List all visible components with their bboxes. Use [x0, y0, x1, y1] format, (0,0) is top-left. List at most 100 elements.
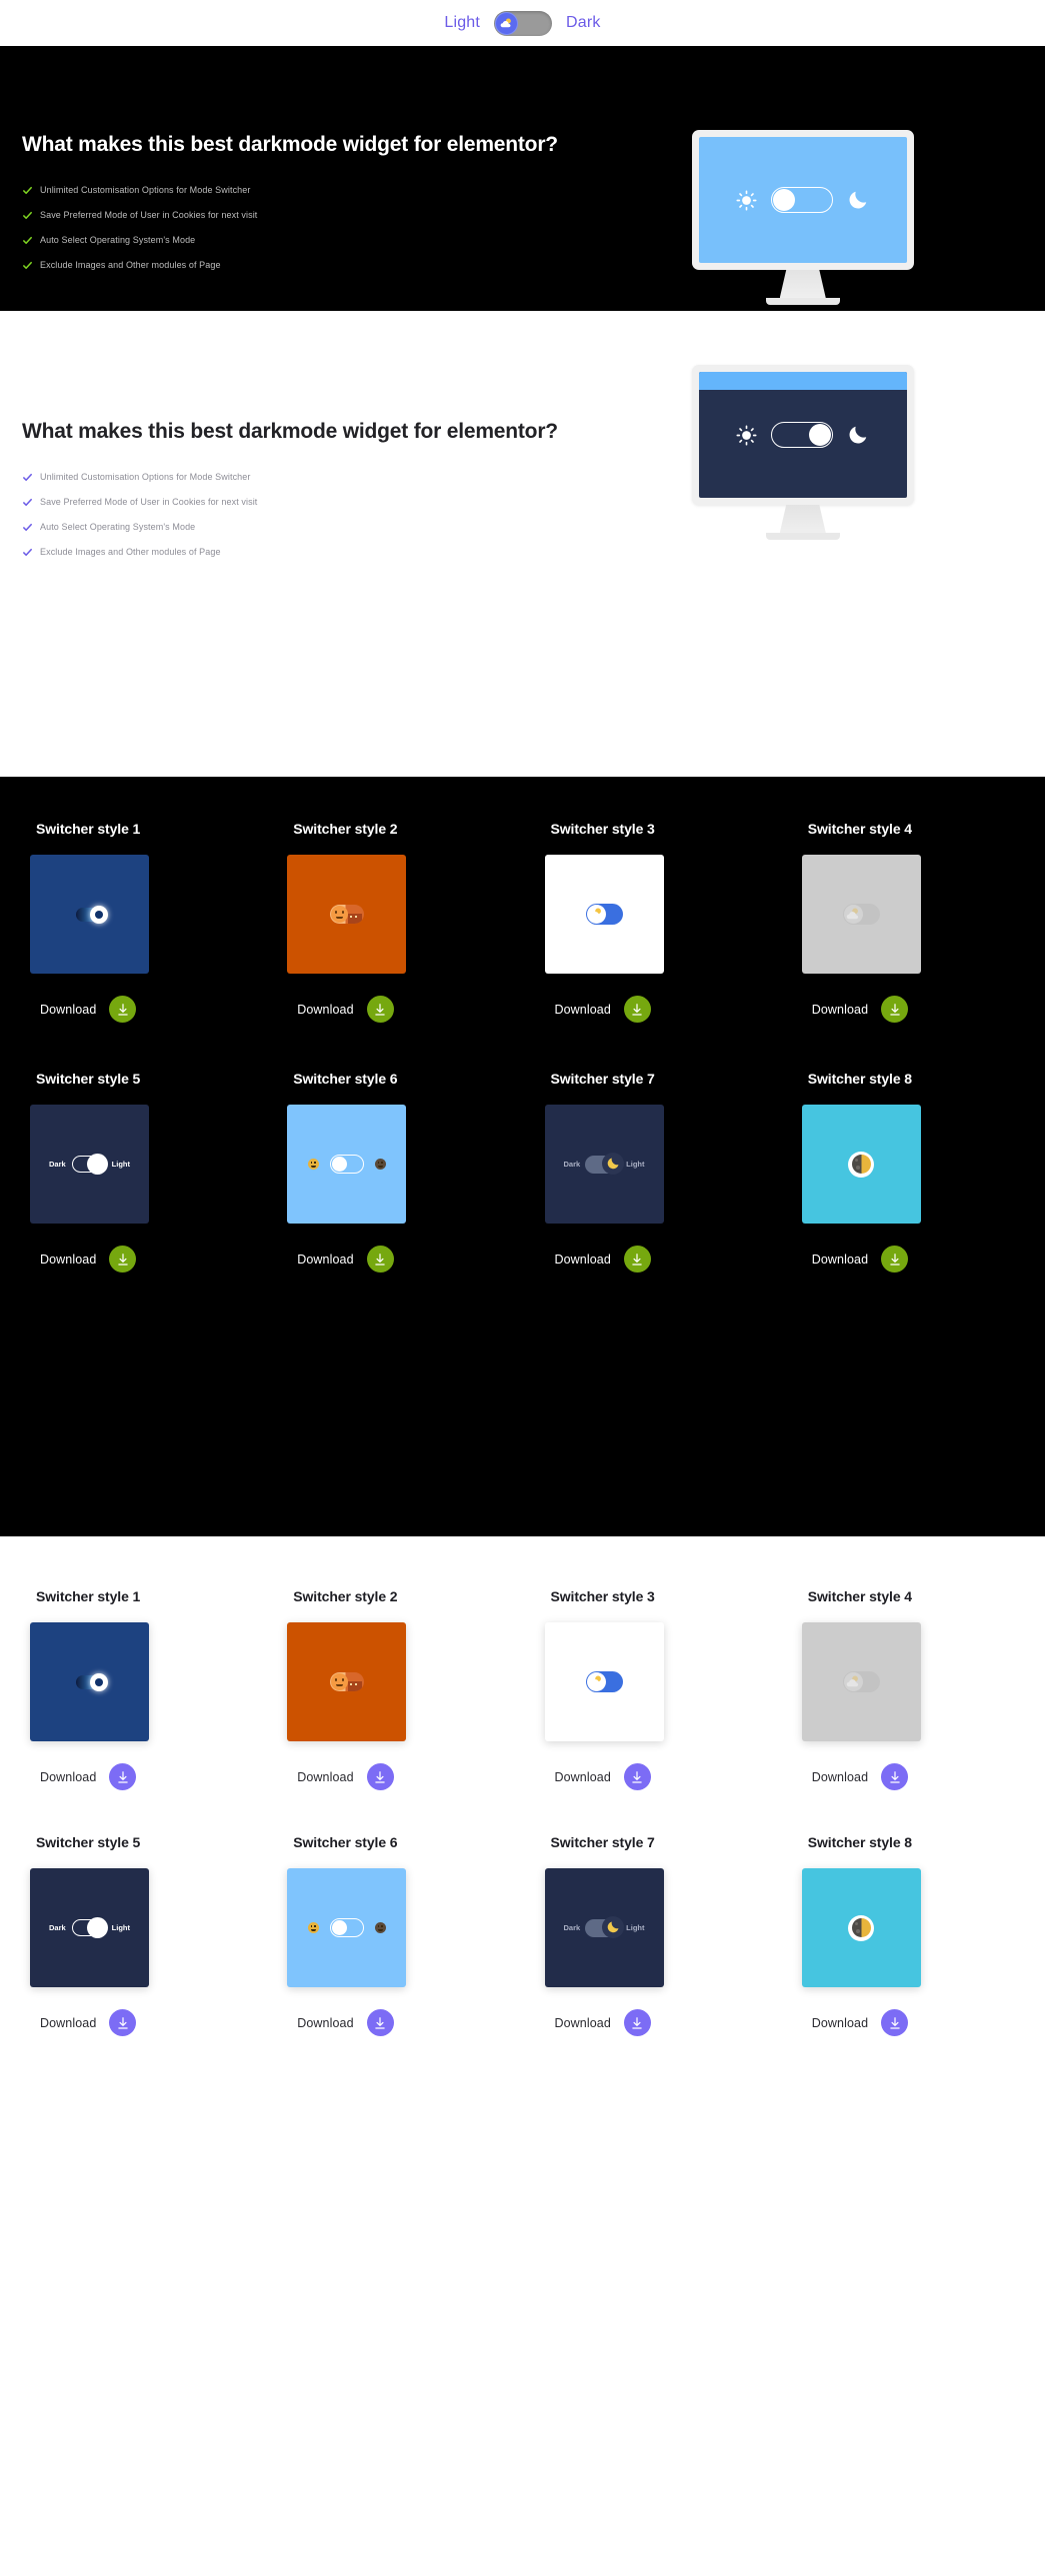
download-label: Download [554, 1769, 611, 1784]
download-label: Download [40, 1252, 97, 1267]
switcher-preview-toggle[interactable] [842, 904, 880, 925]
switcher-preview-toggle[interactable] [848, 1914, 875, 1941]
download-button[interactable] [366, 2009, 394, 2036]
switcher-preview-toggle[interactable] [75, 1672, 108, 1691]
mode-switcher-toggle[interactable] [494, 10, 553, 36]
check-icon [23, 187, 32, 195]
card-title: Switcher style 7 [550, 1834, 655, 1850]
download-button[interactable] [881, 996, 909, 1023]
switcher-preview-toggle[interactable] [585, 904, 623, 925]
toggle-knob [89, 1672, 108, 1691]
feature-label: Auto Select Operating System's Mode [40, 522, 196, 533]
download-row: Download [555, 1246, 651, 1273]
switcher-style-card: Switcher style 4 Download [780, 1588, 1037, 1790]
switcher-preview-toggle[interactable] [848, 1151, 875, 1178]
feature-item: Unlimited Customisation Options for Mode… [22, 178, 583, 203]
download-button[interactable] [623, 1763, 651, 1790]
feature-item: Save Preferred Mode of User in Cookies f… [22, 203, 583, 228]
hero-dark-text-column: What makes this best darkmode widget for… [22, 130, 583, 278]
switcher-preview-toggle[interactable] [329, 1155, 364, 1174]
download-label: Download [811, 1252, 869, 1267]
grid-row: Switcher style 5 Dark Light Download Swit… [8, 1071, 1037, 1273]
switcher-style-card: Switcher style 1 Download [8, 821, 265, 1023]
monitor-mockup-dark-screen [691, 365, 914, 540]
switch-right-label: Light [111, 1923, 130, 1932]
download-label: Download [811, 2015, 869, 2030]
check-icon [23, 499, 32, 507]
monitor-frame [691, 365, 914, 505]
card-title: Switcher style 4 [807, 821, 912, 837]
switcher-styles-grid-light: Switcher style 1 Download Switcher style… [0, 1536, 1045, 2243]
download-button[interactable] [109, 1763, 137, 1790]
hero-light-feature-list: Unlimited Customisation Options for Mode… [22, 465, 583, 565]
download-button[interactable] [623, 2009, 651, 2036]
switcher-preview-toggle[interactable] [75, 905, 108, 924]
feature-label: Exclude Images and Other modules of Page [40, 547, 221, 558]
download-row: Download [555, 2009, 651, 2036]
switcher-preview-toggle[interactable] [329, 1918, 364, 1937]
switcher-preview-toggle[interactable] [71, 1917, 108, 1938]
switcher-preview-toggle[interactable] [71, 1154, 108, 1175]
happy-face-icon [307, 1922, 319, 1933]
switcher-preview [544, 1622, 664, 1741]
monitor-stand [779, 270, 826, 298]
monitor-stand [779, 505, 826, 533]
download-row: Download [555, 1763, 651, 1790]
card-title: Switcher style 6 [293, 1071, 398, 1087]
switcher-preview-toggle[interactable] [842, 1671, 880, 1692]
download-arrow-icon [118, 1253, 128, 1266]
smiley-face-icon [330, 906, 348, 923]
hero-light-heading: What makes this best darkmode widget for… [22, 420, 558, 443]
toggle-knob [331, 1157, 347, 1172]
download-button[interactable] [881, 2009, 909, 2036]
card-title: Switcher style 6 [293, 1834, 398, 1850]
switch-left-label: Dark [48, 1923, 66, 1932]
topbar-light-label: Light [444, 14, 481, 31]
download-button[interactable] [881, 1763, 909, 1790]
card-title: Switcher style 3 [550, 1588, 655, 1604]
screen-mode-toggle[interactable] [771, 187, 834, 213]
switcher-preview-toggle[interactable] [585, 1915, 625, 1938]
download-button[interactable] [623, 996, 651, 1023]
feature-label: Unlimited Customisation Options for Mode… [40, 472, 251, 483]
download-label: Download [40, 1002, 97, 1017]
switcher-preview-toggle[interactable] [329, 905, 364, 924]
download-row: Download [40, 2009, 137, 2036]
screen-mode-toggle[interactable] [771, 422, 834, 448]
switcher-preview-toggle[interactable] [329, 1672, 364, 1691]
download-button[interactable] [109, 1246, 137, 1273]
download-label: Download [297, 1002, 354, 1017]
download-button[interactable] [109, 996, 137, 1023]
toggle-knob [809, 424, 832, 446]
hero-section-light: What makes this best darkmode widget for… [0, 311, 1045, 777]
download-button[interactable] [623, 1246, 651, 1273]
switcher-preview [801, 1622, 921, 1741]
switcher-preview: Dark Light [30, 1868, 149, 1987]
download-button[interactable] [881, 1246, 909, 1273]
download-row: Download [297, 1763, 394, 1790]
download-label: Download [811, 1002, 869, 1017]
grid-row: Switcher style 1 Download Switcher style… [8, 1588, 1037, 1790]
switcher-preview [287, 1868, 407, 1987]
switcher-style-card: Switcher style 7 Dark Light Download [523, 1834, 780, 2036]
switcher-preview [287, 855, 407, 974]
switcher-style-card: Switcher style 1 Download [8, 1588, 265, 1790]
switcher-style-card: Switcher style 2 Download [265, 1588, 522, 1790]
switcher-preview-toggle[interactable] [585, 1152, 625, 1175]
download-label: Download [297, 1252, 354, 1267]
download-button[interactable] [366, 1246, 394, 1273]
download-arrow-icon [118, 1770, 128, 1783]
download-label: Download [554, 1002, 611, 1017]
download-row: Download [297, 996, 394, 1023]
smiley-face-icon [330, 1673, 348, 1690]
download-button[interactable] [109, 2009, 137, 2036]
feature-item: Exclude Images and Other modules of Page [22, 253, 583, 278]
switcher-preview [801, 855, 921, 974]
monitor-base [765, 298, 840, 305]
feature-item: Auto Select Operating System's Mode [22, 228, 583, 253]
download-button[interactable] [366, 1763, 394, 1790]
download-button[interactable] [366, 996, 394, 1023]
city-icon [347, 914, 362, 924]
download-label: Download [40, 1769, 97, 1784]
switcher-preview-toggle[interactable] [585, 1671, 623, 1692]
